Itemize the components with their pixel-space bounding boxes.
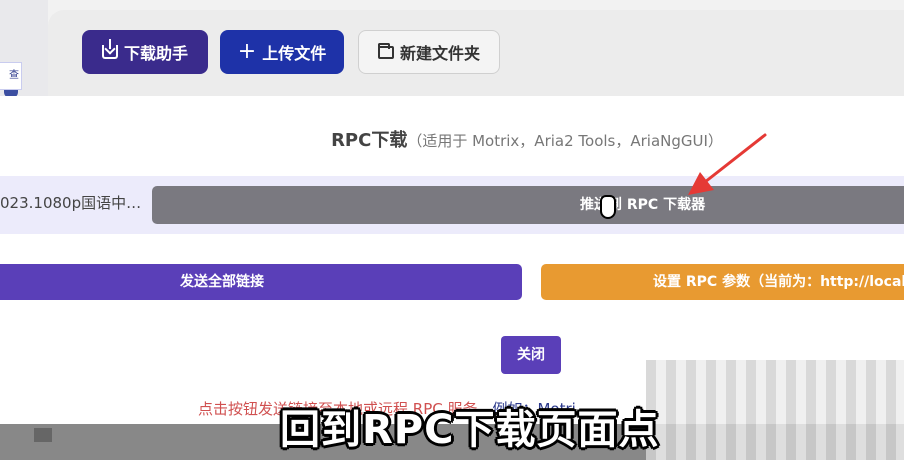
- download-helper-button[interactable]: 下载助手: [82, 30, 208, 74]
- rpc-settings-button[interactable]: 设置 RPC 参数（当前为：http://localho: [541, 264, 904, 300]
- upload-file-button[interactable]: + 上传文件: [220, 30, 344, 74]
- video-subtitle: 回到RPC下载页面点: [280, 407, 660, 453]
- dialog-title-main: RPC下载: [331, 130, 408, 151]
- sidebar-tag[interactable]: 查看: [0, 62, 22, 90]
- plus-icon: +: [237, 39, 257, 64]
- new-folder-label: 新建文件夹: [399, 44, 480, 63]
- folder-icon: [377, 42, 394, 59]
- bottom-square: [34, 428, 52, 442]
- hand-cursor-icon: [600, 195, 616, 219]
- mosaic-blur: [646, 360, 904, 460]
- new-folder-button[interactable]: 新建文件夹: [358, 30, 500, 74]
- upload-label: 上传文件: [262, 44, 327, 63]
- close-button[interactable]: 关闭: [501, 336, 561, 374]
- dialog-title-sub: （适用于 Motrix，Aria2 Tools，AriaNgGUI）: [407, 132, 723, 150]
- file-row: 023.1080p国语中… 推送到 RPC 下载器: [0, 176, 904, 234]
- send-all-links-button[interactable]: 发送全部链接: [0, 264, 522, 300]
- dialog-title: RPC下载（适用于 Motrix，Aria2 Tools，AriaNgGUI）: [0, 126, 904, 152]
- file-name: 023.1080p国语中…: [0, 194, 140, 212]
- push-to-rpc-button[interactable]: 推送到 RPC 下载器: [152, 186, 904, 224]
- download-helper-label: 下载助手: [123, 44, 188, 63]
- download-icon: [101, 39, 118, 59]
